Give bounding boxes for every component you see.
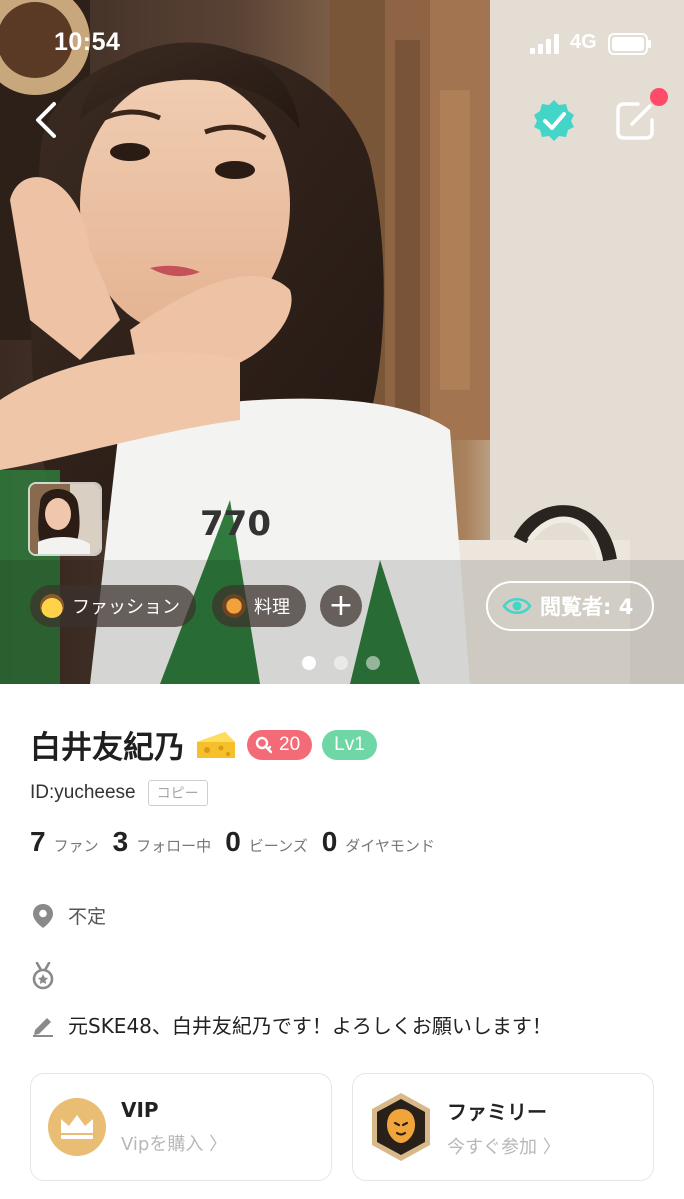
battery-icon: [608, 33, 651, 55]
family-subtitle: 今すぐ参加 〉: [447, 1136, 561, 1158]
tag-label: ファッション: [72, 597, 180, 618]
medal-row: [32, 962, 54, 990]
beans-count[interactable]: 0: [225, 826, 241, 858]
diamonds-label[interactable]: ダイヤモンド: [345, 835, 435, 856]
beans-label[interactable]: ビーンズ: [249, 835, 308, 856]
fans-count[interactable]: 7: [30, 826, 46, 858]
edit-icon[interactable]: [614, 98, 658, 142]
pencil-icon: [33, 1017, 53, 1037]
vip-card[interactable]: VIP Vipを購入 〉: [30, 1073, 332, 1181]
cowboy-hat-emoji-icon: [40, 594, 64, 618]
vip-title: VIP: [121, 1098, 159, 1122]
svg-text:770: 770: [200, 504, 271, 544]
status-time: 10:54: [54, 28, 121, 56]
bio-row: 元SKE48、白井友紀乃です！よろしくお願いします！: [32, 1010, 552, 1039]
diamonds-count[interactable]: 0: [322, 826, 338, 858]
carousel-indicator: [302, 656, 380, 670]
viewers-text: 閲覧者: 4: [540, 595, 634, 619]
add-tag-button[interactable]: +: [320, 585, 362, 627]
cheese-emoji-icon: [197, 731, 235, 758]
eye-icon: [502, 597, 532, 615]
location-text: 不定: [68, 906, 107, 928]
vip-subtitle: Vipを購入 〉: [121, 1134, 228, 1155]
location-pin-icon: [33, 903, 53, 928]
family-card[interactable]: ファミリー 今すぐ参加 〉: [352, 1073, 654, 1181]
lion-badge-icon: [372, 1093, 430, 1161]
cooking-emoji-icon: [222, 594, 246, 618]
crown-icon: [48, 1098, 106, 1156]
key-icon: [255, 736, 273, 753]
viewers-button[interactable]: 閲覧者: 4: [486, 581, 654, 631]
name-row: 白井友紀乃 20 Lv1: [30, 722, 377, 767]
carousel-dot-active: [302, 656, 316, 670]
carousel-dot: [366, 656, 380, 670]
fan-level-value: 20: [279, 733, 301, 755]
fans-label[interactable]: ファン: [54, 835, 99, 856]
following-count[interactable]: 3: [113, 826, 129, 858]
profile-photo[interactable]: 770 10:54 4G ファッション 料理 + 閲覧者: 4: [0, 0, 684, 684]
medal-icon: [32, 962, 54, 990]
carousel-dot: [334, 656, 348, 670]
photo-thumbnail[interactable]: [28, 482, 102, 556]
tag-chip-fashion[interactable]: ファッション: [30, 585, 196, 627]
tag-label: 料理: [254, 597, 290, 618]
network-type: 4G: [570, 31, 597, 53]
fan-level-badge: 20: [247, 729, 313, 760]
back-icon[interactable]: [28, 98, 64, 142]
signal-icon: [530, 34, 559, 54]
profile-name: 白井友紀乃: [30, 730, 185, 766]
location-row: 不定: [32, 902, 106, 929]
stats-row: 7 ファン 3 フォロー中 0 ビーンズ 0 ダイヤモンド: [30, 826, 449, 858]
notification-dot: [650, 88, 668, 106]
tag-chip-cooking[interactable]: 料理: [212, 585, 306, 627]
following-label[interactable]: フォロー中: [136, 835, 211, 856]
thumbnail-image: [30, 484, 100, 554]
id-row: ID:yucheese コピー: [30, 780, 208, 806]
verified-badge-icon[interactable]: [532, 98, 576, 142]
bio-text: 元SKE48、白井友紀乃です！よろしくお願いします！: [68, 1014, 552, 1038]
user-id: ID:yucheese: [30, 782, 136, 803]
family-title: ファミリー: [447, 1099, 547, 1124]
copy-id-button[interactable]: コピー: [147, 780, 208, 806]
status-bar: 10:54 4G: [0, 0, 684, 90]
level-badge: Lv1: [322, 729, 377, 760]
